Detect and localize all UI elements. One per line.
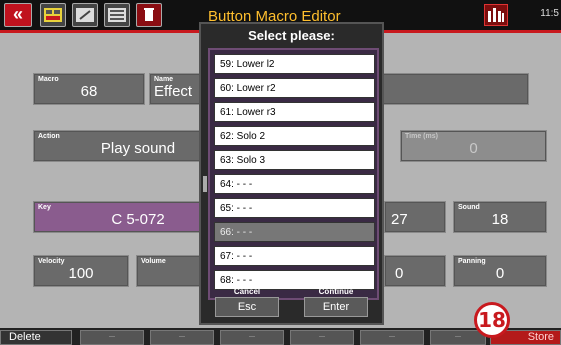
sound-field[interactable]: Sound 18	[453, 201, 547, 233]
sound-label: Sound	[458, 204, 480, 211]
organ-icon[interactable]	[484, 4, 508, 26]
select-dialog: Select please: 59: Lower l2 60: Lower r2…	[199, 22, 384, 325]
softkey-6[interactable]: ---	[360, 330, 424, 345]
velocity-field[interactable]: Velocity 100	[33, 255, 129, 287]
macro-label: Macro	[38, 76, 59, 83]
enter-button[interactable]: Enter	[304, 297, 368, 317]
list-item-selected[interactable]: 66: - - -	[214, 222, 375, 242]
option-list[interactable]: 59: Lower l2 60: Lower r2 61: Lower r3 6…	[203, 48, 379, 300]
list-item[interactable]: 64: - - -	[214, 174, 375, 194]
softkey-4[interactable]: ---	[220, 330, 284, 345]
macro-field[interactable]: Macro 68	[33, 73, 145, 105]
velocity-label: Velocity	[38, 258, 65, 265]
time-field[interactable]: Time (ms) 0	[400, 130, 547, 162]
list-item[interactable]: 60: Lower r2	[214, 78, 375, 98]
volume-label: Volume	[141, 258, 166, 265]
delete-button[interactable]: Delete	[0, 330, 72, 345]
back-button[interactable]: «	[4, 3, 32, 27]
list-icon	[108, 8, 126, 22]
list-item[interactable]: 65: - - -	[214, 198, 375, 218]
panning-field[interactable]: Panning 0	[453, 255, 547, 287]
list-item[interactable]: 62: Solo 2	[214, 126, 375, 146]
esc-button[interactable]: Esc	[215, 297, 279, 317]
list-item[interactable]: 67: - - -	[214, 246, 375, 266]
velocity-value: 100	[68, 265, 94, 282]
clock: 11:5	[540, 8, 559, 19]
vol-right-value: 0	[395, 265, 404, 282]
panel-icon-button[interactable]	[40, 3, 66, 27]
softkey-5[interactable]: ---	[290, 330, 354, 345]
panel-icon	[44, 8, 62, 22]
edit-icon-button[interactable]	[72, 3, 98, 27]
name-label: Name	[154, 76, 174, 83]
organ-pipes-icon	[488, 8, 504, 22]
panning-value: 0	[495, 265, 505, 282]
edit-icon	[76, 8, 94, 22]
continue-label: Continue	[318, 287, 354, 296]
trash-icon-button[interactable]	[136, 3, 162, 27]
list-item[interactable]: 63: Solo 3	[214, 150, 375, 170]
key-label: Key	[38, 204, 51, 211]
list-item[interactable]: 61: Lower r3	[214, 102, 375, 122]
panning-label: Panning	[458, 258, 486, 265]
trash-icon	[144, 8, 154, 21]
softkey-3[interactable]: ---	[150, 330, 214, 345]
key-right-value: 27	[391, 211, 408, 228]
action-label: Action	[38, 133, 60, 140]
macro-value: 68	[80, 83, 98, 100]
softkey-7[interactable]: ---	[430, 330, 486, 345]
softkey-2[interactable]: ---	[80, 330, 144, 345]
time-label: Time (ms)	[405, 133, 438, 140]
sound-value: 18	[491, 211, 509, 228]
callout-badge: 18	[474, 302, 510, 338]
list-item[interactable]: 59: Lower l2	[214, 54, 375, 74]
list-icon-button[interactable]	[104, 3, 130, 27]
cancel-label: Cancel	[233, 287, 261, 296]
time-value: 0	[469, 140, 478, 157]
vol-right-field[interactable]: 0	[384, 255, 446, 287]
dialog-title: Select please:	[248, 28, 335, 43]
key-right-field[interactable]: 27	[384, 201, 446, 233]
list-scrollbar[interactable]	[203, 176, 207, 192]
